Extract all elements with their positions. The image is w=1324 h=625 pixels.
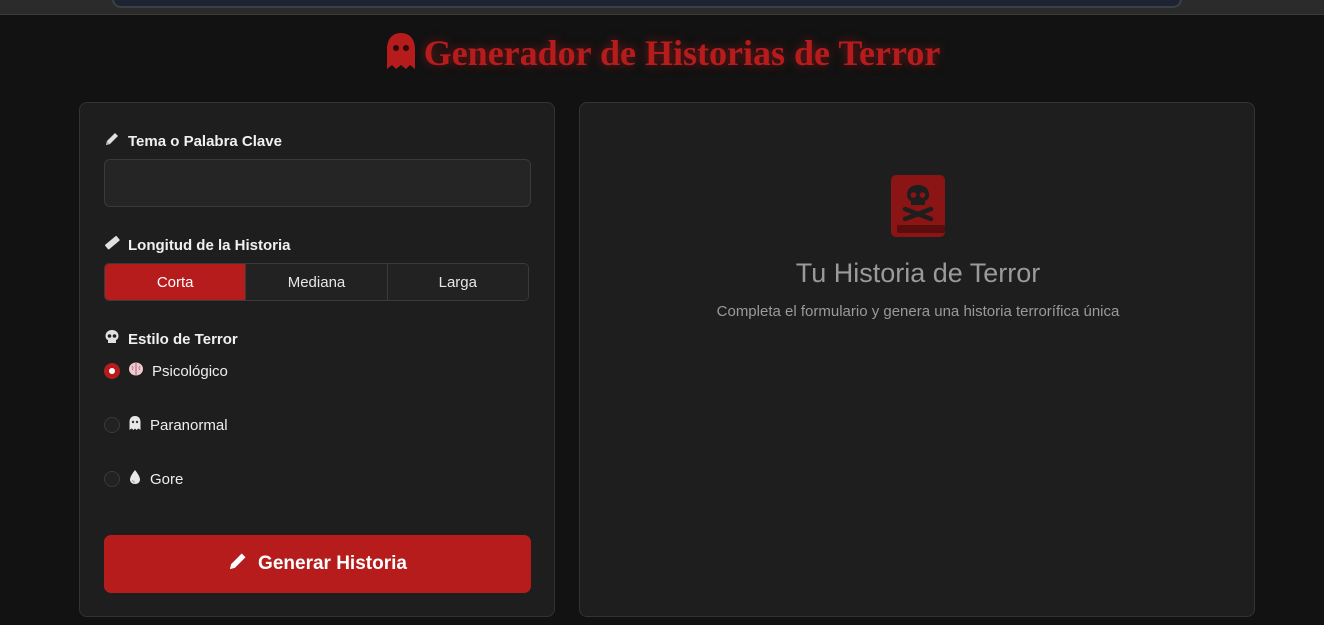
style-option-label: Psicológico [152, 362, 228, 380]
story-output-panel: Tu Historia de Terror Completa el formul… [579, 102, 1255, 617]
radio-gore[interactable] [104, 471, 120, 487]
theme-label-text: Tema o Palabra Clave [128, 132, 282, 150]
drop-icon [128, 469, 142, 489]
length-label: Longitud de la Historia [104, 235, 291, 255]
radio-paranormal[interactable] [104, 417, 120, 433]
ghost-icon [384, 31, 418, 76]
style-option-psicologico[interactable]: Psicológico [104, 361, 228, 381]
style-option-paranormal[interactable]: Paranormal [104, 415, 228, 435]
style-label: Estilo de Terror [104, 329, 238, 349]
style-option-label: Gore [150, 470, 184, 488]
style-option-label: Paranormal [150, 416, 228, 434]
page-header: Generador de Historias de Terror [0, 30, 1324, 76]
style-label-text: Estilo de Terror [128, 330, 238, 348]
pencil-icon [104, 131, 120, 151]
theme-input[interactable] [104, 159, 531, 207]
skull-icon [104, 329, 120, 349]
ruler-icon [104, 235, 120, 255]
radio-psicologico[interactable] [104, 363, 120, 379]
style-option-gore[interactable]: Gore [104, 469, 183, 489]
length-option-larga[interactable]: Larga [386, 264, 528, 300]
empty-state: Tu Historia de Terror Completa el formul… [580, 173, 1256, 320]
page-title: Generador de Historias de Terror [423, 33, 941, 73]
length-selector: Corta Mediana Larga [104, 263, 529, 301]
browser-toolbar [0, 0, 1324, 15]
address-bar[interactable] [112, 0, 1182, 8]
pencil-icon [228, 551, 248, 577]
story-form-panel: Tema o Palabra Clave Longitud de la Hist… [79, 102, 555, 617]
brain-icon [128, 361, 144, 381]
output-title: Tu Historia de Terror [795, 258, 1041, 288]
length-label-text: Longitud de la Historia [128, 236, 291, 254]
generate-button-label: Generar Historia [258, 553, 407, 574]
ghost-icon [128, 415, 142, 435]
length-option-corta[interactable]: Corta [105, 264, 246, 300]
output-subtitle: Completa el formulario y genera una hist… [716, 303, 1120, 320]
theme-label: Tema o Palabra Clave [104, 131, 282, 151]
skull-book-icon [889, 175, 947, 243]
length-option-mediana[interactable]: Mediana [245, 264, 387, 300]
generate-button[interactable]: Generar Historia [104, 535, 531, 593]
